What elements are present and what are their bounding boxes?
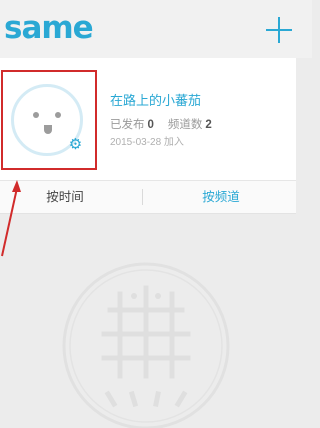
smiley-face-icon	[33, 112, 39, 118]
published-label: 已发布	[110, 119, 145, 131]
profile-card: ⚙ 在路上的小蕃茄 已发布 0 频道数 2 2015-03-28 加入	[0, 58, 296, 180]
screen: same ⚙ 在路上的小蕃茄 已发布 0 频道数 2 2015-03-28 加入 按时…	[0, 0, 312, 428]
username[interactable]: 在路上的小蕃茄	[110, 90, 201, 109]
joined-date: 2015-03-28 加入	[110, 137, 184, 148]
avatar-highlight-box: ⚙	[1, 70, 97, 170]
tab-divider	[142, 189, 143, 205]
gear-icon[interactable]: ⚙	[68, 137, 83, 152]
tab-by-channel[interactable]: 按频道	[156, 181, 286, 213]
top-bar: same	[0, 0, 312, 58]
tab-bar: 按时间 按频道	[0, 180, 296, 214]
avatar-eye	[55, 112, 61, 118]
channels-label: 频道数	[167, 119, 203, 131]
annotation-arrow	[1, 180, 21, 257]
channels-count: 2	[205, 119, 212, 131]
avatar-mouth	[44, 125, 52, 134]
app-logo: same	[4, 10, 94, 46]
add-button[interactable]	[266, 17, 292, 43]
watermark-logo-icon	[62, 262, 230, 428]
profile-stats: 已发布 0 频道数 2	[110, 116, 212, 132]
published-count: 0	[147, 119, 154, 131]
